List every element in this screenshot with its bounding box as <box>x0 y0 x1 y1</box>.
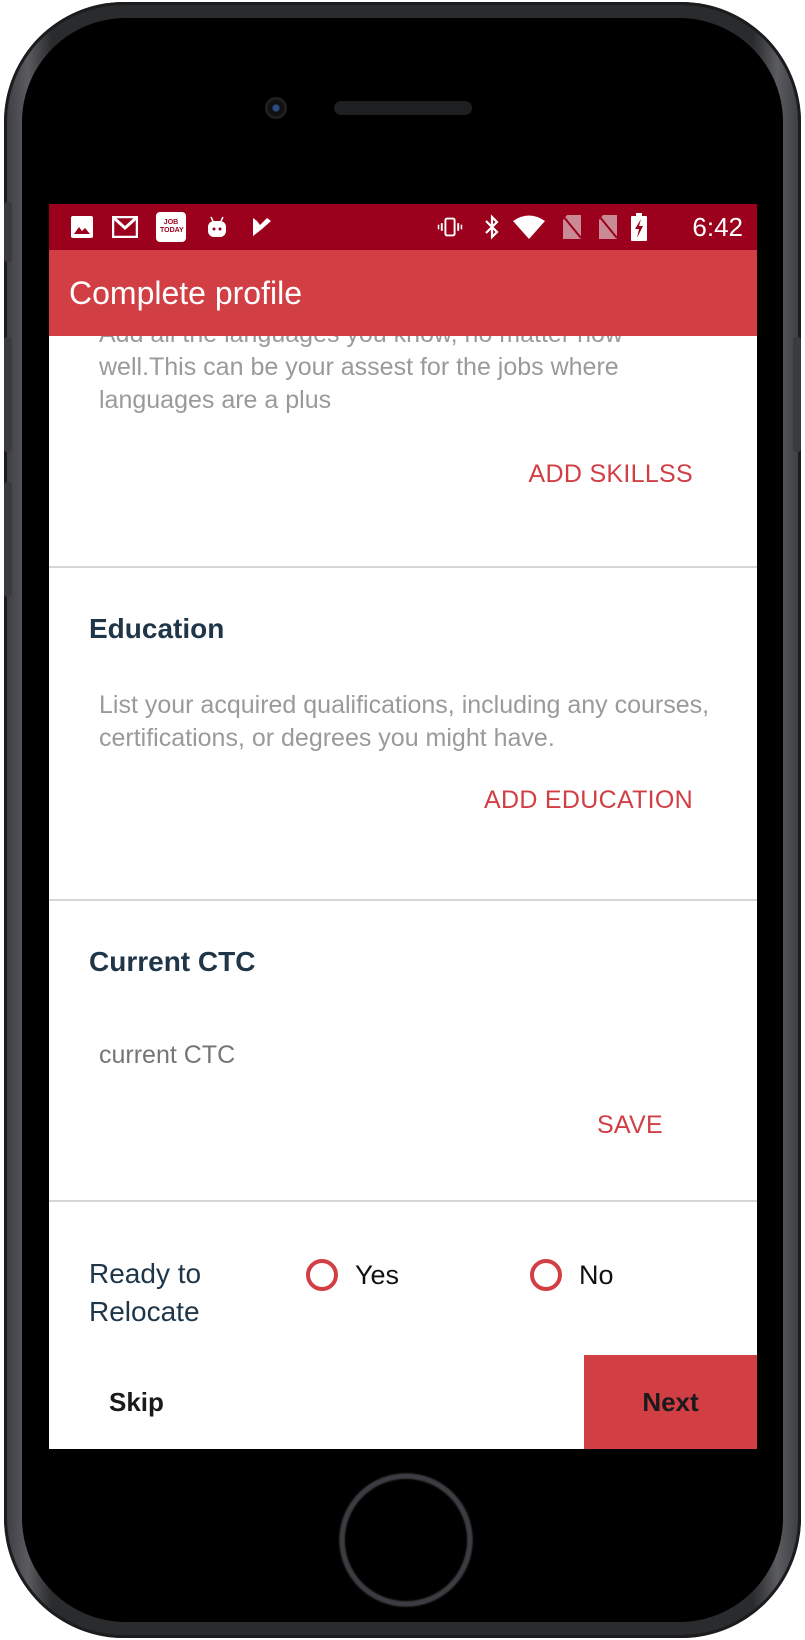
education-description: List your acquired qualifications, inclu… <box>99 691 710 752</box>
no-sim-icon <box>595 215 621 239</box>
app-bar: Complete profile <box>49 250 757 336</box>
education-section: Education List your acquired qualificati… <box>49 568 757 901</box>
power-button <box>793 337 801 452</box>
gmail-icon <box>112 215 138 239</box>
relocate-no-label: No <box>579 1259 614 1290</box>
no-sim-icon <box>559 215 585 239</box>
task-check-icon <box>249 215 275 239</box>
radio-unchecked-icon <box>306 1259 338 1291</box>
current-ctc-section: Current CTC SAVE <box>49 901 757 1202</box>
vibrate-icon <box>437 215 463 239</box>
languages-description: Add all the languages you know, no matte… <box>99 336 623 414</box>
relocate-label: Ready to Relocate <box>89 1255 229 1331</box>
volume-up-button <box>4 337 12 452</box>
app-screen: JOB TODAY 6:42 Complete profile well.Thi… <box>49 204 757 1449</box>
android-debug-icon <box>204 215 230 239</box>
front-camera <box>265 97 287 119</box>
current-ctc-input[interactable] <box>99 1041 659 1070</box>
image-icon <box>69 215 95 239</box>
add-skills-button[interactable]: ADD SKILLSS <box>529 460 693 489</box>
relocate-no-radio[interactable]: No <box>530 1259 614 1291</box>
save-ctc-button[interactable]: SAVE <box>597 1111 663 1140</box>
battery-charging-icon <box>629 213 649 241</box>
status-bar: JOB TODAY 6:42 <box>49 204 757 250</box>
next-button[interactable]: Next <box>584 1355 757 1449</box>
volume-down-button <box>4 482 12 597</box>
relocate-label-text: Ready to Relocate <box>89 1258 202 1327</box>
add-education-button[interactable]: ADD EDUCATION <box>484 786 693 815</box>
mute-switch <box>4 202 12 262</box>
languages-section: Add all the languages you know, no matte… <box>49 336 757 568</box>
skip-button[interactable]: Skip <box>49 1355 584 1449</box>
home-button[interactable] <box>340 1474 472 1606</box>
job-today-text: JOB TODAY <box>160 219 184 234</box>
bluetooth-icon <box>479 214 505 240</box>
status-time: 6:42 <box>692 212 743 242</box>
education-title: Education <box>89 613 225 644</box>
job-today-app-icon: JOB TODAY <box>156 212 186 242</box>
page-title: Complete profile <box>69 275 302 311</box>
earpiece-speaker <box>334 101 472 115</box>
current-ctc-title: Current CTC <box>89 946 256 977</box>
profile-form-scroll[interactable]: Add all the languages you know, no matte… <box>49 336 757 1355</box>
wifi-icon <box>512 215 546 239</box>
radio-unchecked-icon <box>530 1259 562 1291</box>
relocate-yes-label: Yes <box>355 1259 400 1290</box>
bottom-navigation: Skip Next <box>49 1355 757 1449</box>
relocate-yes-radio[interactable]: Yes <box>306 1259 399 1291</box>
